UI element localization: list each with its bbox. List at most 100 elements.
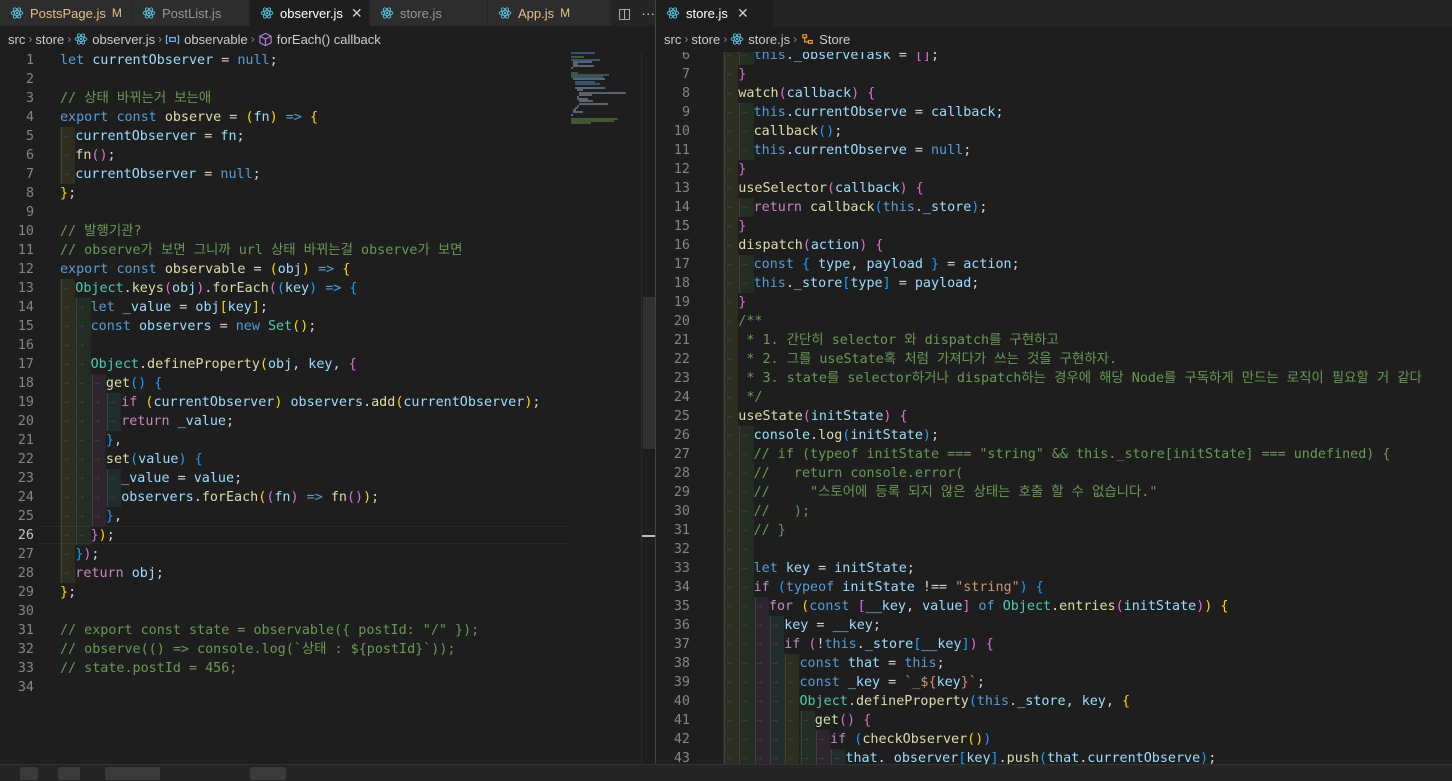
whitespace-arrow: → xyxy=(726,525,733,536)
code-token: ) xyxy=(301,262,310,277)
breadcrumb-item[interactable]: observer.js xyxy=(92,32,155,47)
indent-guide xyxy=(739,445,741,464)
code-token: () xyxy=(967,732,984,747)
code-token: { xyxy=(863,713,872,728)
breadcrumb-item[interactable]: src xyxy=(664,32,681,47)
right-code-editor[interactable]: 6 → → this._observeTask = []; 7 →} 8 → watch(cal… xyxy=(656,52,1452,764)
breadcrumb-item[interactable]: Store xyxy=(819,32,850,47)
code-token: observers xyxy=(121,490,194,505)
whitespace-arrow: → xyxy=(771,620,778,631)
breadcrumb-item[interactable]: src xyxy=(8,32,25,47)
breadcrumb-item[interactable]: observable xyxy=(184,32,248,47)
tab-store-js[interactable]: store.js ✕ xyxy=(656,0,774,26)
close-icon[interactable]: ✕ xyxy=(450,5,464,22)
react-icon xyxy=(380,6,394,20)
code-token: currentObserver xyxy=(75,167,197,182)
breadcrumb-item[interactable]: forEach() callback xyxy=(277,32,381,47)
whitespace-arrow: → xyxy=(63,416,70,427)
breadcrumb-item[interactable]: store xyxy=(35,32,64,47)
code-token: /** xyxy=(738,314,763,329)
code-token: { xyxy=(194,452,203,467)
minimap-line xyxy=(579,93,592,96)
whitespace-arrow: → xyxy=(63,435,70,446)
code-token: fn xyxy=(330,490,347,505)
tab-postspage-js[interactable]: PostsPage.js M xyxy=(0,0,132,26)
tab-observer-js[interactable]: observer.js ✕ xyxy=(250,0,370,26)
code-line: 23 → * 3. state를 selector하거나 dispatch하는 경… xyxy=(656,369,1452,388)
code-token: = xyxy=(196,129,221,144)
code-line: 40 → → → → → Object.defineProperty(this._store… xyxy=(656,692,1452,711)
whitespace-arrow: → xyxy=(771,658,778,669)
breadcrumb-item[interactable]: store.js xyxy=(748,32,790,47)
left-code-editor[interactable]: 1 let currentObserver = null; 2 3// 상태 바뀌는거… xyxy=(0,52,655,764)
indent-guide xyxy=(754,597,756,616)
whitespace-arrow: → xyxy=(802,734,809,745)
whitespace-arrow: → xyxy=(93,454,100,465)
tab-label: App.js xyxy=(518,5,555,21)
indent-guide xyxy=(91,374,93,393)
line-number: 21 xyxy=(673,333,690,348)
line-number: 13 xyxy=(17,281,34,296)
modified-indicator: M xyxy=(560,6,571,20)
close-icon[interactable]: ✕ xyxy=(351,5,363,22)
whitespace-arrow: → xyxy=(726,411,733,422)
code-line: 38 → → → → → const that = this; xyxy=(656,654,1452,673)
minimap-line xyxy=(573,111,583,114)
code-token: forEach xyxy=(212,281,269,296)
tab-label: store.js xyxy=(686,5,728,21)
current-line-highlight xyxy=(40,526,567,544)
close-icon[interactable]: ✕ xyxy=(736,5,750,22)
line-number: 43 xyxy=(673,751,690,764)
code-token: ) xyxy=(309,281,318,296)
status-item[interactable] xyxy=(58,767,80,780)
tab-postlist-js[interactable]: PostList.js ✕ xyxy=(132,0,250,26)
code-token: = xyxy=(880,675,905,690)
indent-guide xyxy=(61,146,62,165)
indent-guide xyxy=(76,393,78,412)
status-item[interactable] xyxy=(105,767,160,780)
left-scrollbar-thumb[interactable] xyxy=(643,297,655,449)
indent-guide xyxy=(724,616,725,635)
tab-app-js[interactable]: App.js M xyxy=(488,0,612,26)
left-minimap[interactable] xyxy=(571,52,641,132)
code-line: 35 → → → for (const [__key, value] of Object… xyxy=(656,597,1452,616)
whitespace-arrow: → xyxy=(63,283,70,294)
code-token: key xyxy=(936,675,961,690)
code-token: push xyxy=(1006,751,1039,764)
code-line: 24 → → → → observers.forEach((fn) => fn()); xyxy=(0,488,655,507)
line-number: 9 xyxy=(681,105,690,120)
code-line: 34 → → if (typeof initState !== "string") { xyxy=(656,578,1452,597)
code-token: key xyxy=(284,281,310,296)
indent-guide xyxy=(754,654,756,673)
line-number: 23 xyxy=(17,471,34,486)
indent-guide xyxy=(61,374,62,393)
close-icon[interactable]: ✕ xyxy=(229,5,241,22)
code-token: const xyxy=(809,599,850,614)
line-number: 35 xyxy=(673,599,690,614)
react-icon xyxy=(498,6,512,20)
code-token: . xyxy=(785,143,794,158)
line-number: 34 xyxy=(673,580,690,595)
code-token: typeof xyxy=(785,580,835,595)
code-text: get() { xyxy=(106,374,162,393)
line-number: 7 xyxy=(25,167,34,182)
indent-guide xyxy=(106,488,108,507)
indent-guide xyxy=(724,388,725,407)
left-vertical-scrollbar[interactable] xyxy=(641,52,655,764)
line-number: 20 xyxy=(673,314,690,329)
split-editor-icon[interactable]: ◫ xyxy=(618,5,631,22)
more-actions-icon[interactable]: ··· xyxy=(641,5,655,21)
code-token: callback xyxy=(835,181,900,196)
code-token: return xyxy=(753,200,802,215)
minimap-line xyxy=(571,113,573,116)
code-line: 33 → → let key = initState; xyxy=(656,559,1452,578)
status-item[interactable] xyxy=(250,767,286,780)
code-text: // export const state = observable({ pos… xyxy=(60,621,479,640)
status-item[interactable] xyxy=(20,767,38,780)
breadcrumb-item[interactable]: store xyxy=(691,32,720,47)
tab-store-js[interactable]: store.js ✕ xyxy=(370,0,488,26)
line-number: 41 xyxy=(673,713,690,728)
